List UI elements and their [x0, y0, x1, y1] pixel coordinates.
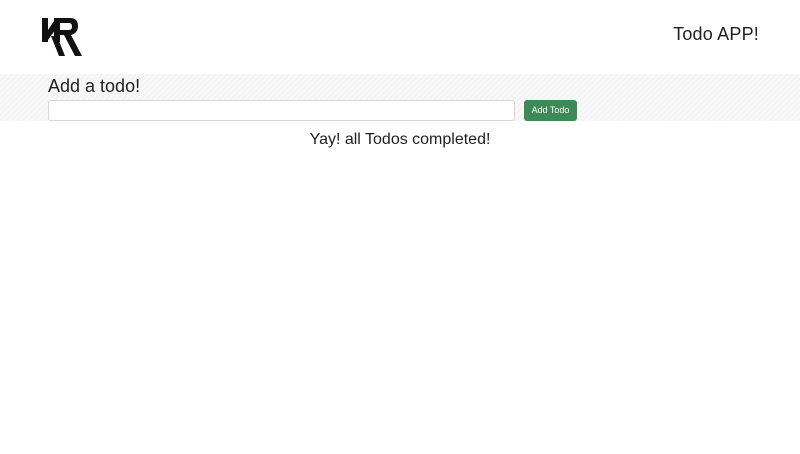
navbar: Todo APP! — [0, 0, 800, 74]
add-todo-button[interactable]: Add Todo — [524, 100, 577, 121]
add-todo-heading: Add a todo! — [48, 76, 141, 96]
todo-input[interactable] — [48, 100, 515, 121]
app-title: Todo APP! — [673, 24, 759, 44]
kr-logo[interactable] — [40, 14, 84, 58]
all-completed-message: Yay! all Todos completed! — [309, 131, 491, 148]
add-todo-section: Add a todo! Add Todo — [0, 74, 800, 121]
